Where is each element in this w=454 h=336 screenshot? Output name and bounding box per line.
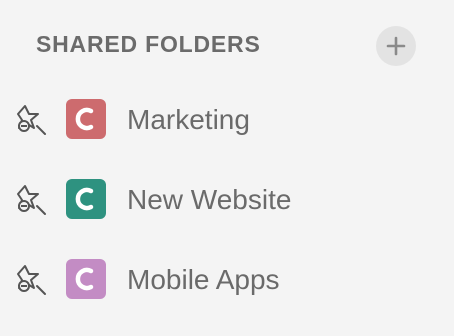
- shared-folders-panel: SHARED FOLDERS Marketing New Website Mob…: [0, 0, 454, 336]
- folder-item-new-website[interactable]: New Website: [0, 169, 454, 229]
- section-title: SHARED FOLDERS: [36, 31, 261, 57]
- folder-item-mobile-apps[interactable]: Mobile Apps: [0, 249, 454, 309]
- folder-color-badge: [66, 259, 106, 299]
- folder-color-badge: [66, 179, 106, 219]
- folder-item-label: Mobile Apps: [127, 264, 280, 295]
- add-shared-folder-button[interactable]: [376, 26, 416, 66]
- folder-item-label: New Website: [127, 184, 292, 215]
- unpin-icon[interactable]: [15, 262, 49, 296]
- unpin-icon[interactable]: [15, 182, 49, 216]
- folder-app-c-icon: [75, 187, 94, 211]
- folder-app-c-icon: [75, 267, 94, 291]
- shared-folders-header: SHARED FOLDERS: [36, 26, 420, 66]
- folder-item-marketing[interactable]: Marketing: [0, 89, 454, 149]
- folder-item-label: Marketing: [127, 104, 250, 135]
- folder-color-badge: [66, 99, 106, 139]
- unpin-icon[interactable]: [15, 102, 49, 136]
- plus-icon: [386, 36, 406, 56]
- folder-app-c-icon: [75, 107, 94, 131]
